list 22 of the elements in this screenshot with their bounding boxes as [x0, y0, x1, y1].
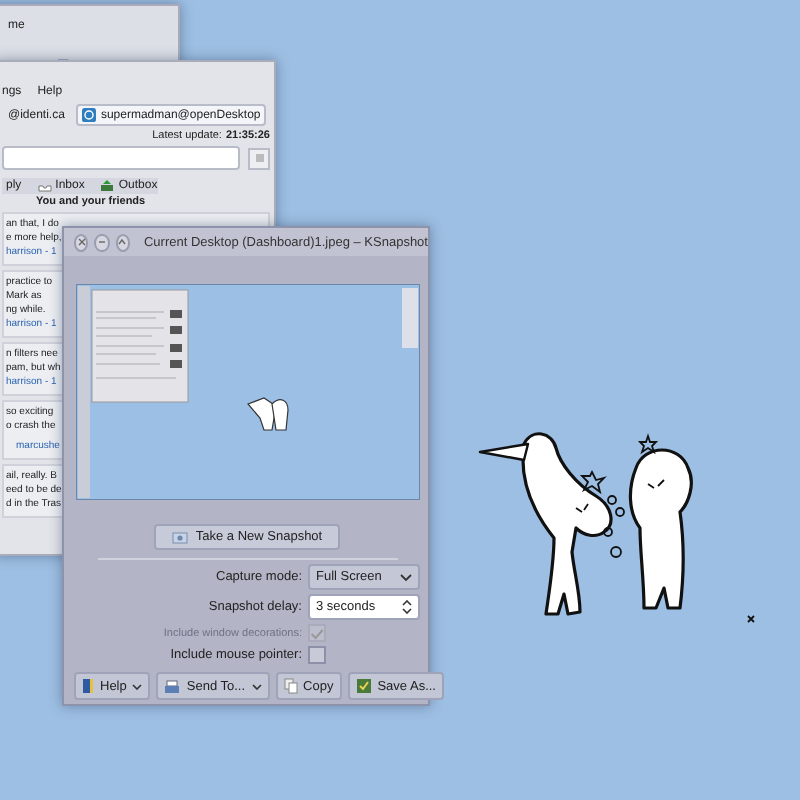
message-field[interactable] — [2, 146, 240, 170]
minimize-icon — [97, 238, 106, 246]
maximize-button[interactable] — [115, 233, 130, 251]
minimize-button[interactable] — [94, 233, 110, 251]
close-button[interactable] — [74, 233, 89, 251]
inbox-icon — [37, 180, 52, 192]
help-book-icon — [82, 678, 94, 694]
caret-icon — [132, 683, 143, 689]
copy-icon — [283, 678, 298, 694]
camera-icon — [171, 530, 188, 544]
close-icon — [77, 238, 86, 246]
spin-arrows-icon — [402, 600, 412, 614]
caret-icon — [400, 573, 412, 581]
caret-icon — [251, 683, 262, 689]
checkbox[interactable] — [308, 646, 326, 664]
globe-icon — [82, 108, 97, 122]
save-icon — [355, 678, 372, 694]
printer-icon — [164, 679, 181, 693]
clear-icon — [253, 152, 265, 164]
maximize-icon — [118, 238, 127, 246]
outbox-icon — [100, 180, 115, 192]
clear-button[interactable] — [248, 147, 270, 169]
